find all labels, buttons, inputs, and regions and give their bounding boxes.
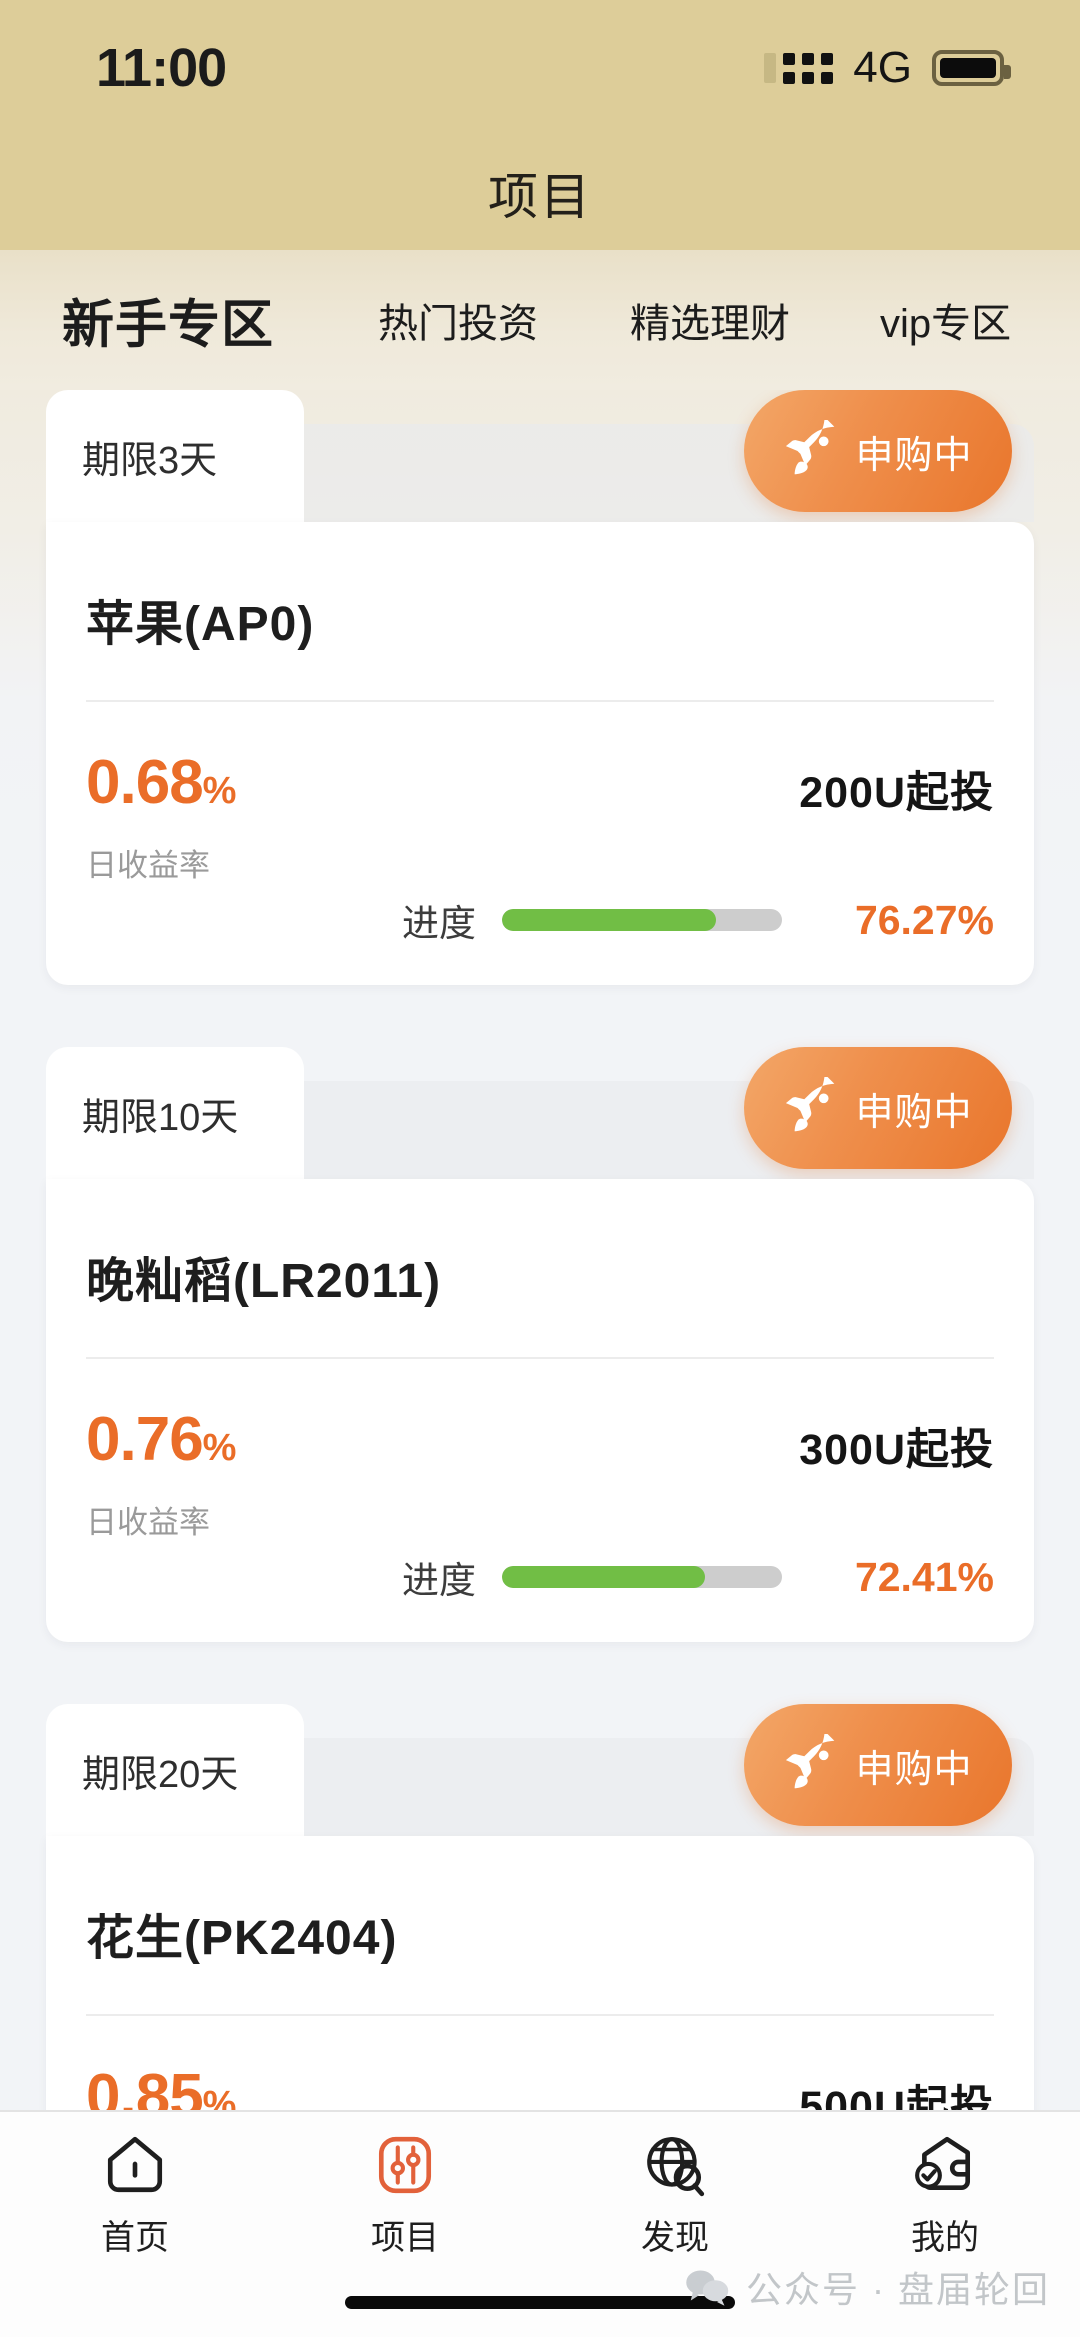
- phone-screen: 11:00 4G 项目 新手专区 热门投资 精选理财 vip专区 期限3天 申购…: [0, 0, 1080, 2337]
- network-type-label: 4G: [853, 43, 912, 92]
- app-header: 项目: [0, 136, 1080, 250]
- watermark-text: 公众号 · 盘届轮回: [746, 2269, 1050, 2310]
- tab-hot-investment[interactable]: 热门投资: [378, 291, 538, 349]
- wechat-icon: [686, 2270, 729, 2306]
- daily-rate-unit: %: [202, 2084, 237, 2110]
- card-term-tab: 期限20天: [46, 1704, 304, 1836]
- product-list[interactable]: 期限3天 申购中 苹果(AP0) 0.68% 日收益率 200U起投 进度 76…: [0, 390, 1080, 2110]
- status-bar: 11:00 4G: [0, 0, 1080, 136]
- asset-name: 花生(PK2404): [86, 1912, 398, 1965]
- product-card[interactable]: 期限10天 申购中 晚籼稻(LR2011) 0.76% 日收益率 300U起投 …: [46, 1047, 1034, 1642]
- card-term-label: 期限10天: [82, 1096, 239, 1139]
- rate-block: 0.85% 日收益率: [86, 2066, 237, 2111]
- nav-label-discover: 发现: [641, 2218, 709, 2257]
- rate-block: 0.68% 日收益率: [86, 752, 237, 885]
- progress-bar-fill: [502, 1566, 705, 1588]
- card-term-label: 期限20天: [82, 1753, 239, 1796]
- card-header: 期限20天 申购中: [46, 1704, 1034, 1836]
- nav-item-mine[interactable]: 我的: [810, 2112, 1080, 2264]
- card-body: 苹果(AP0) 0.68% 日收益率 200U起投 进度 76.27%: [46, 522, 1034, 985]
- subscribe-status-label: 申购中: [855, 1748, 973, 1791]
- globe-search-icon: [647, 2136, 705, 2196]
- min-invest-label: 200U起投: [799, 769, 994, 817]
- daily-rate-unit: %: [202, 1427, 237, 1469]
- card-body: 晚籼稻(LR2011) 0.76% 日收益率 300U起投 进度 72.41%: [46, 1179, 1034, 1642]
- tab-selected-finance[interactable]: 精选理财: [630, 291, 790, 349]
- progress-row: 进度 76.27%: [46, 893, 1034, 947]
- nav-item-home[interactable]: 首页: [0, 2112, 270, 2264]
- daily-rate-unit: %: [202, 770, 237, 812]
- status-clock: 11:00: [96, 38, 227, 98]
- home-icon: [107, 2136, 163, 2192]
- progress-label: 进度: [402, 1560, 476, 1601]
- subscribe-status-button[interactable]: 申购中: [744, 390, 1012, 512]
- signal-bars-icon: [764, 52, 834, 84]
- page-title: 项目: [488, 169, 592, 225]
- card-metrics: 0.68% 日收益率 200U起投: [86, 702, 994, 885]
- card-term-tab: 期限10天: [46, 1047, 304, 1179]
- nav-label-projects: 项目: [371, 2218, 439, 2257]
- progress-label: 进度: [402, 903, 476, 944]
- asset-name: 苹果(AP0): [86, 598, 315, 651]
- status-indicators: 4G: [764, 43, 1011, 93]
- product-card[interactable]: 期限3天 申购中 苹果(AP0) 0.68% 日收益率 200U起投 进度 76…: [46, 390, 1034, 985]
- subscribe-status-button[interactable]: 申购中: [744, 1047, 1012, 1169]
- min-invest-label: 500U起投: [799, 2083, 994, 2110]
- card-metrics: 0.85% 日收益率 500U起投: [86, 2016, 994, 2111]
- card-metrics: 0.76% 日收益率 300U起投: [86, 1359, 994, 1542]
- daily-rate-number: 0.76: [86, 1405, 204, 1474]
- progress-bar: [502, 1566, 782, 1588]
- tab-beginner-zone[interactable]: 新手专区: [62, 283, 274, 358]
- card-header: 期限10天 申购中: [46, 1047, 1034, 1179]
- subscribe-status-label: 申购中: [855, 1091, 973, 1134]
- bottom-navigation: 首页 项目 发现 我的 公众号 · 盘届轮回: [0, 2110, 1080, 2337]
- daily-rate-number: 0.85: [86, 2062, 204, 2111]
- min-invest-label: 300U起投: [799, 1426, 994, 1474]
- sliders-icon: [378, 2136, 432, 2193]
- progress-percent: 76.27%: [854, 896, 994, 943]
- card-body: 花生(PK2404) 0.85% 日收益率 500U起投: [46, 1836, 1034, 2110]
- daily-rate-label: 日收益率: [86, 848, 210, 883]
- daily-rate-label: 日收益率: [86, 1505, 210, 1540]
- daily-rate-number: 0.68: [86, 748, 204, 817]
- nav-label-mine: 我的: [911, 2218, 979, 2257]
- daily-rate-value: 0.76%: [86, 1409, 237, 1471]
- rocket-icon: [786, 1734, 835, 1789]
- card-term-tab: 期限3天: [46, 390, 304, 522]
- tab-vip-zone[interactable]: vip专区: [880, 291, 1011, 349]
- progress-percent: 72.41%: [854, 1553, 994, 1600]
- battery-icon: [932, 50, 1011, 86]
- battery-fill: [940, 58, 996, 78]
- progress-bar: [502, 909, 782, 931]
- progress-bar-fill: [502, 909, 716, 931]
- subscribe-status-label: 申购中: [855, 434, 973, 477]
- subscribe-status-button[interactable]: 申购中: [744, 1704, 1012, 1826]
- rocket-icon: [786, 420, 835, 475]
- daily-rate-value: 0.68%: [86, 752, 237, 814]
- watermark: 公众号 · 盘届轮回: [684, 2261, 1050, 2313]
- wallet-icon: [915, 2136, 971, 2190]
- daily-rate-value: 0.85%: [86, 2066, 237, 2111]
- product-card[interactable]: 期限20天 申购中 花生(PK2404) 0.85% 日收益率: [46, 1704, 1034, 2110]
- rate-block: 0.76% 日收益率: [86, 1409, 237, 1542]
- asset-name: 晚籼稻(LR2011): [86, 1255, 442, 1308]
- nav-label-home: 首页: [101, 2218, 169, 2257]
- nav-item-discover[interactable]: 发现: [540, 2112, 810, 2264]
- progress-row: 进度 72.41%: [46, 1550, 1034, 1604]
- home-indicator[interactable]: [345, 2296, 735, 2309]
- nav-item-projects[interactable]: 项目: [270, 2112, 540, 2264]
- card-header: 期限3天 申购中: [46, 390, 1034, 522]
- rocket-icon: [786, 1077, 835, 1132]
- card-term-label: 期限3天: [82, 439, 218, 482]
- category-tab-bar: 新手专区 热门投资 精选理财 vip专区: [0, 250, 1080, 390]
